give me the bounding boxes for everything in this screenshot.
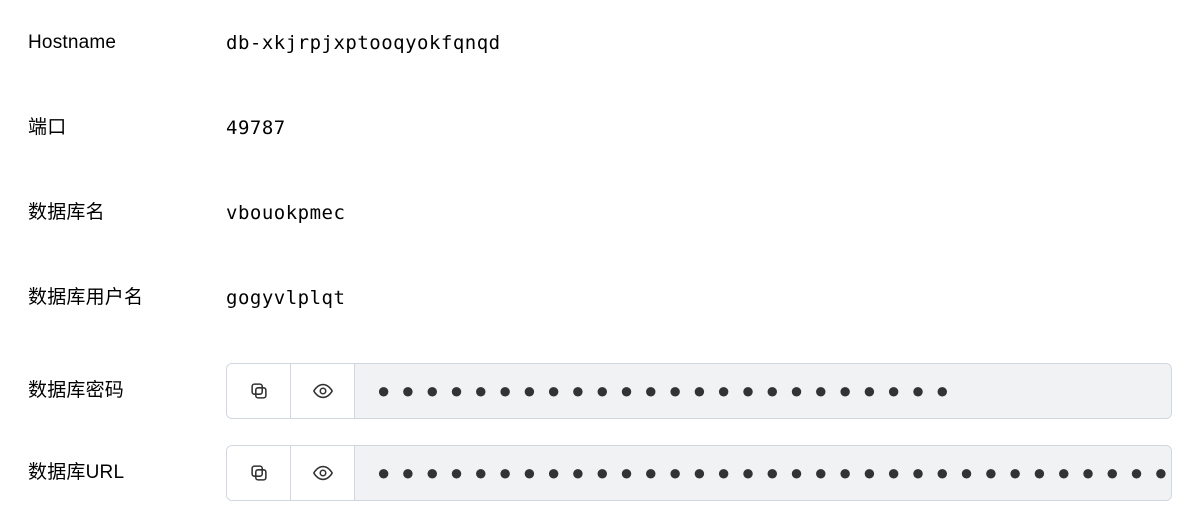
masked-value-dbpass: ●●●●●●●●●●●●●●●●●●●●●●●● — [355, 364, 1171, 418]
label-dburl: 数据库URL — [28, 462, 226, 485]
reveal-dbpass-button[interactable] — [291, 364, 355, 418]
copy-dbpass-button[interactable] — [227, 364, 291, 418]
reveal-dburl-button[interactable] — [291, 446, 355, 500]
value-hostname: db-xkjrpjxptooqyokfqnqd — [226, 32, 501, 54]
copy-icon — [248, 462, 270, 484]
row-hostname: Hostname db-xkjrpjxptooqyokfqnqd — [28, 23, 1172, 63]
label-dbuser: 数据库用户名 — [28, 287, 226, 310]
row-dbuser: 数据库用户名 gogyvlplqt — [28, 278, 1172, 318]
label-hostname: Hostname — [28, 32, 226, 55]
copy-icon — [248, 380, 270, 402]
label-dbpass: 数据库密码 — [28, 380, 226, 403]
row-port: 端口 49787 — [28, 108, 1172, 148]
row-dbpass: 数据库密码 ●●●●●●●●●●●●●●●●●●●●●●● — [28, 363, 1172, 419]
row-dburl: 数据库URL ●●●●●●●●●●●●●●●●●●●●●● — [28, 445, 1172, 501]
eye-icon — [312, 380, 334, 402]
copy-dburl-button[interactable] — [227, 446, 291, 500]
value-dbuser: gogyvlplqt — [226, 287, 345, 309]
masked-group-dburl: ●●●●●●●●●●●●●●●●●●●●●●●●●●●●●●●●●●●●●●●●… — [226, 445, 1172, 501]
masked-value-dburl: ●●●●●●●●●●●●●●●●●●●●●●●●●●●●●●●●●●●●●●●●… — [355, 446, 1171, 500]
value-dbname: vbouokpmec — [226, 202, 345, 224]
label-port: 端口 — [28, 117, 226, 140]
value-port: 49787 — [226, 117, 286, 139]
masked-group-dbpass: ●●●●●●●●●●●●●●●●●●●●●●●● — [226, 363, 1172, 419]
eye-icon — [312, 462, 334, 484]
label-dbname: 数据库名 — [28, 202, 226, 225]
connection-details: Hostname db-xkjrpjxptooqyokfqnqd 端口 4978… — [0, 0, 1200, 501]
row-dbname: 数据库名 vbouokpmec — [28, 193, 1172, 233]
